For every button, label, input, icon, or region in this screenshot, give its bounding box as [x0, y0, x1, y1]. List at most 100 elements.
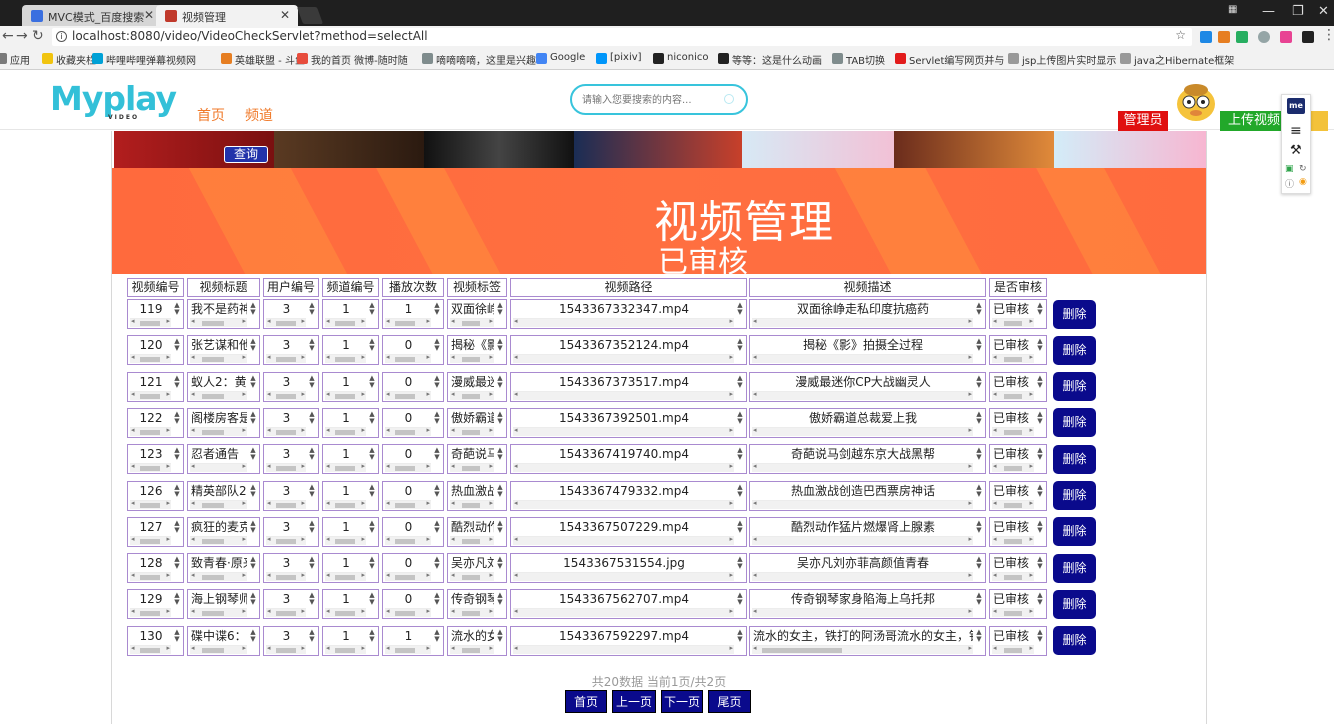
- horizontal-scrollbar[interactable]: ◂ ▸: [130, 499, 171, 509]
- spinner-arrows-icon[interactable]: ▲ ▼: [249, 447, 257, 461]
- video-title-field[interactable]: 疯狂的麦克 ▲ ▼ ◂ ▸: [187, 516, 260, 547]
- scroll-right-icon[interactable]: ▸: [242, 317, 246, 325]
- scroll-right-icon[interactable]: ▸: [489, 644, 493, 652]
- review-status-field[interactable]: 已审核 ▲ ▼ ◂ ▸: [989, 444, 1047, 475]
- horizontal-scrollbar[interactable]: ◂ ▸: [513, 353, 734, 364]
- extension-icon[interactable]: [1236, 31, 1248, 43]
- scroll-thumb[interactable]: [140, 429, 160, 435]
- scroll-thumb[interactable]: [462, 393, 480, 399]
- horizontal-scrollbar[interactable]: ◂ ▸: [190, 499, 247, 509]
- play-count-field[interactable]: 0 ▲ ▼ ◂ ▸: [382, 516, 444, 547]
- video-path-field[interactable]: 1543367332347.mp4 ▲ ▼ ◂ ▸: [510, 299, 747, 329]
- spinner-arrows-icon[interactable]: ▲ ▼: [1036, 338, 1044, 352]
- scroll-left-icon[interactable]: ◂: [131, 644, 135, 652]
- scroll-thumb[interactable]: [276, 429, 296, 435]
- review-status-field[interactable]: 已审核 ▲ ▼ ◂ ▸: [989, 480, 1047, 511]
- scroll-right-icon[interactable]: ▸: [1029, 390, 1033, 398]
- scroll-thumb[interactable]: [276, 466, 296, 472]
- bookmark-item[interactable]: 等等：这是什么动画: [718, 52, 822, 67]
- info-icon[interactable]: i: [56, 31, 67, 42]
- scroll-left-icon[interactable]: ◂: [514, 499, 518, 507]
- scroll-left-icon[interactable]: ◂: [191, 535, 195, 543]
- video-description-field[interactable]: 傲娇霸道总裁爱上我 ▲ ▼ ◂ ▸: [749, 407, 986, 438]
- scroll-right-icon[interactable]: ▸: [1029, 535, 1033, 543]
- menu-icon[interactable]: ⋮: [1322, 27, 1334, 43]
- spinner-arrows-icon[interactable]: ▲ ▼: [433, 410, 441, 425]
- horizontal-scrollbar[interactable]: ◂ ▸: [992, 644, 1034, 654]
- horizontal-scrollbar[interactable]: ◂ ▸: [752, 644, 973, 654]
- spinner-arrows-icon[interactable]: ▲ ▼: [249, 519, 257, 534]
- scroll-right-icon[interactable]: ▸: [361, 607, 365, 615]
- scroll-right-icon[interactable]: ▸: [361, 535, 365, 543]
- spinner-arrows-icon[interactable]: ▲ ▼: [308, 410, 316, 425]
- horizontal-scrollbar[interactable]: ◂ ▸: [450, 426, 494, 436]
- spinner-arrows-icon[interactable]: ▲ ▼: [433, 302, 441, 316]
- scroll-left-icon[interactable]: ◂: [131, 535, 135, 543]
- scroll-left-icon[interactable]: ◂: [451, 317, 455, 325]
- star-icon[interactable]: ☆: [1175, 28, 1186, 42]
- scroll-right-icon[interactable]: ▸: [166, 462, 170, 470]
- horizontal-scrollbar[interactable]: ◂ ▸: [130, 571, 171, 582]
- scroll-left-icon[interactable]: ◂: [267, 499, 271, 507]
- spinner-arrows-icon[interactable]: ▲ ▼: [368, 519, 376, 534]
- scroll-left-icon[interactable]: ◂: [993, 353, 997, 361]
- scroll-left-icon[interactable]: ◂: [191, 390, 195, 398]
- scroll-left-icon[interactable]: ◂: [267, 535, 271, 543]
- scroll-right-icon[interactable]: ▸: [166, 644, 170, 652]
- magic-wand-icon[interactable]: ⚒: [1290, 143, 1302, 158]
- eye-icon[interactable]: ◉: [1299, 177, 1307, 187]
- reload-icon[interactable]: ↻: [32, 28, 44, 44]
- scroll-thumb[interactable]: [1004, 647, 1022, 653]
- spinner-arrows-icon[interactable]: ▲ ▼: [173, 374, 181, 389]
- scroll-right-icon[interactable]: ▸: [968, 571, 972, 579]
- scroll-right-icon[interactable]: ▸: [489, 571, 493, 579]
- scroll-thumb[interactable]: [395, 357, 415, 363]
- scroll-left-icon[interactable]: ◂: [326, 317, 330, 325]
- review-status-field[interactable]: 已审核 ▲ ▼ ◂ ▸: [989, 553, 1047, 584]
- scroll-thumb[interactable]: [462, 466, 480, 472]
- spinner-arrows-icon[interactable]: ▲ ▼: [249, 483, 257, 498]
- scroll-thumb[interactable]: [140, 575, 160, 581]
- scroll-right-icon[interactable]: ▸: [1029, 426, 1033, 434]
- scroll-left-icon[interactable]: ◂: [993, 426, 997, 434]
- scroll-thumb[interactable]: [462, 647, 480, 653]
- scroll-thumb[interactable]: [395, 611, 415, 617]
- scroll-thumb[interactable]: [335, 575, 355, 581]
- user-id-field[interactable]: 3 ▲ ▼ ◂ ▸: [263, 589, 319, 620]
- horizontal-scrollbar[interactable]: ◂ ▸: [450, 644, 494, 654]
- scroll-right-icon[interactable]: ▸: [301, 607, 305, 615]
- horizontal-scrollbar[interactable]: ◂ ▸: [513, 571, 734, 582]
- user-id-field[interactable]: 3 ▲ ▼ ◂ ▸: [263, 371, 319, 402]
- channel-id-field[interactable]: 1 ▲ ▼ ◂ ▸: [322, 335, 379, 366]
- scroll-thumb[interactable]: [202, 429, 224, 435]
- refresh-icon[interactable]: ↻: [1299, 164, 1307, 174]
- scroll-left-icon[interactable]: ◂: [267, 571, 271, 579]
- scroll-left-icon[interactable]: ◂: [131, 426, 135, 434]
- spinner-arrows-icon[interactable]: ▲ ▼: [1036, 556, 1044, 570]
- video-description-field[interactable]: 双面徐峥走私印度抗癌药 ▲ ▼ ◂ ▸: [749, 299, 986, 329]
- close-icon[interactable]: ✕: [280, 8, 290, 22]
- scroll-right-icon[interactable]: ▸: [1029, 353, 1033, 361]
- scroll-right-icon[interactable]: ▸: [361, 353, 365, 361]
- scroll-right-icon[interactable]: ▸: [301, 426, 305, 434]
- delete-button[interactable]: 删除: [1053, 444, 1096, 474]
- scroll-right-icon[interactable]: ▸: [242, 644, 246, 652]
- horizontal-scrollbar[interactable]: ◂ ▸: [325, 426, 366, 436]
- scroll-right-icon[interactable]: ▸: [426, 607, 430, 615]
- spinner-arrows-icon[interactable]: ▲ ▼: [308, 556, 316, 570]
- scroll-left-icon[interactable]: ◂: [131, 353, 135, 361]
- scroll-right-icon[interactable]: ▸: [426, 390, 430, 398]
- channel-id-field[interactable]: 1 ▲ ▼ ◂ ▸: [322, 444, 379, 475]
- spinner-arrows-icon[interactable]: ▲ ▼: [308, 483, 316, 498]
- scroll-right-icon[interactable]: ▸: [426, 317, 430, 325]
- bookmark-item[interactable]: 应用: [0, 52, 30, 67]
- scroll-left-icon[interactable]: ◂: [326, 353, 330, 361]
- horizontal-scrollbar[interactable]: ◂ ▸: [992, 607, 1034, 618]
- scroll-thumb[interactable]: [140, 647, 160, 653]
- scroll-thumb[interactable]: [335, 321, 355, 326]
- scroll-left-icon[interactable]: ◂: [267, 462, 271, 470]
- scroll-left-icon[interactable]: ◂: [326, 426, 330, 434]
- scroll-right-icon[interactable]: ▸: [301, 571, 305, 579]
- scroll-right-icon[interactable]: ▸: [968, 462, 972, 470]
- scroll-left-icon[interactable]: ◂: [993, 390, 997, 398]
